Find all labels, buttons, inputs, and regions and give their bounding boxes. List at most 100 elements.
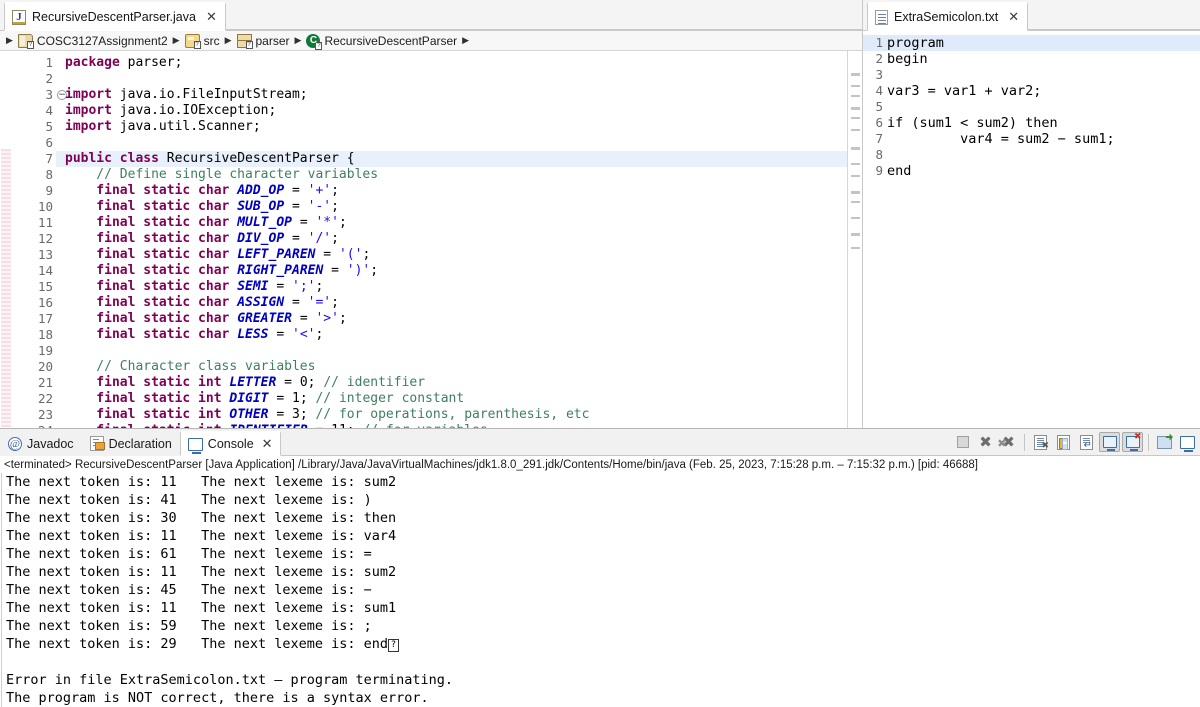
text-line: 3 — [863, 67, 1200, 83]
close-icon[interactable]: ✕ — [262, 437, 273, 452]
code-token: final static int — [65, 407, 222, 422]
text-line: 9 end — [863, 163, 1200, 179]
tab-declaration[interactable]: Declaration — [81, 431, 180, 456]
console-output-line: The next token is: 41 The next lexeme is… — [6, 492, 372, 508]
code-line: final static char GREATER = '>'; — [65, 311, 847, 327]
console-output-line: The next token is: 11 The next lexeme is… — [6, 564, 397, 580]
open-console-button[interactable] — [1154, 432, 1175, 452]
console-output-line: The next token is: 45 The next lexeme is… — [6, 582, 372, 598]
line-number: 6 — [45, 135, 53, 150]
code-line: final static char ASSIGN = '='; — [65, 295, 847, 311]
breadcrumb-item-class[interactable]: ? RecursiveDescentParser — [306, 33, 457, 50]
show-console-on-error-button[interactable]: ✖ — [1122, 432, 1143, 452]
package-icon: ? — [236, 33, 253, 49]
line-number: 6 — [875, 115, 883, 130]
line-number: 14 — [37, 263, 53, 278]
source-folder-icon: ? — [184, 33, 201, 49]
line-number: 2 — [45, 71, 53, 86]
code-token: = 1; — [268, 391, 316, 406]
scroll-lock-button[interactable] — [1053, 432, 1074, 452]
tab-console[interactable]: Console ✕ — [179, 431, 281, 456]
line-text — [887, 147, 1200, 163]
close-icon[interactable]: ✕ — [206, 11, 217, 24]
console-output-line: The program is NOT correct, there is a s… — [6, 690, 429, 706]
console-output[interactable]: The next token is: 11 The next lexeme is… — [1, 473, 1200, 707]
breadcrumb-lead-arrow[interactable]: ▶ — [6, 36, 13, 46]
tab-label: ExtraSemicolon.txt — [894, 10, 999, 24]
code-token: java.io.FileInputStream; — [111, 87, 308, 102]
code-token: ; — [331, 295, 339, 310]
code-token: '-' — [307, 199, 332, 214]
code-token: = — [323, 263, 347, 278]
code-line: final static char RIGHT_PAREN = ')'; — [65, 263, 847, 279]
text-line: 1 program — [863, 35, 1200, 51]
overview-ruler-mark — [851, 163, 860, 165]
clear-console-button[interactable]: ✖ — [1030, 432, 1051, 452]
code-line: final static char MULT_OP = '*'; — [65, 215, 847, 231]
java-file-icon — [12, 9, 26, 25]
line-text: if (sum1 < sum2) then — [887, 115, 1058, 131]
code-token: public class — [65, 151, 159, 166]
line-number: 1 — [875, 35, 883, 50]
code-token: LESS — [237, 327, 269, 342]
line-number: 8 — [45, 167, 53, 182]
console-output-line: The next token is: 61 The next lexeme is… — [6, 546, 372, 562]
console-view-tabstrip: Javadoc Declaration Console ✕ ✖ ✖ — [0, 429, 1200, 456]
overview-ruler-mark — [851, 117, 860, 119]
breadcrumb-trailing-arrow[interactable]: ▶ — [462, 36, 469, 46]
code-token: '=' — [307, 295, 332, 310]
java-code-area[interactable]: 123−456789101112131415161718192021222324… — [0, 51, 862, 428]
tab-extra-semicolon-txt[interactable]: ExtraSemicolon.txt ✕ — [867, 2, 1029, 31]
code-line: final static char DIV_OP = '/'; — [65, 231, 847, 247]
console-body[interactable]: <terminated> RecursiveDescentParser [Jav… — [0, 456, 1200, 707]
code-token: '+' — [307, 183, 332, 198]
breadcrumb-label: parser — [255, 33, 290, 48]
tabstrip-empty-space — [1028, 0, 1200, 30]
breadcrumb-item-package[interactable]: ? parser — [236, 33, 290, 49]
overview-ruler-mark — [851, 85, 860, 87]
code-token: final static char — [65, 311, 230, 326]
close-icon[interactable]: ✕ — [1008, 11, 1019, 24]
show-console-on-output-button[interactable] — [1099, 432, 1120, 452]
code-token: = 3; — [268, 407, 316, 422]
breadcrumb-item-src[interactable]: ? src — [184, 33, 220, 49]
tab-javadoc[interactable]: Javadoc — [0, 431, 82, 456]
breadcrumb-item-project[interactable]: ? COSC3127Assignment2 — [17, 33, 168, 49]
code-token: DIGIT — [229, 391, 269, 406]
code-token: ; — [315, 279, 324, 294]
tab-recursive-descent-parser-java[interactable]: RecursiveDescentParser.java ✕ — [4, 2, 226, 31]
line-number: 5 — [45, 119, 53, 134]
terminate-button[interactable] — [952, 432, 973, 452]
overview-ruler-mark — [851, 201, 860, 203]
line-number: 10 — [37, 199, 53, 214]
line-number: 16 — [37, 295, 53, 310]
remove-all-terminated-button[interactable]: ✖ — [997, 432, 1019, 452]
code-token: ')' — [346, 263, 371, 278]
code-token: = — [268, 279, 292, 294]
code-token: LETTER — [229, 375, 277, 390]
console-output-line: The next token is: 11 The next lexeme is… — [6, 474, 397, 490]
overview-ruler[interactable] — [847, 51, 862, 428]
annotation-ruler[interactable] — [0, 51, 12, 428]
toolbar-separator — [1024, 433, 1025, 451]
text-line: 4 var3 = var1 + var2; — [863, 83, 1200, 99]
remove-launch-button[interactable]: ✖ — [975, 432, 996, 452]
overview-ruler-mark — [851, 73, 860, 76]
text-editor-tabstrip: ExtraSemicolon.txt ✕ — [863, 0, 1200, 31]
display-selected-console-button[interactable] — [1177, 432, 1198, 452]
line-number: 22 — [37, 391, 53, 406]
code-line: // Define single character variables — [65, 167, 847, 183]
console-output-line: The next token is: 29 The next lexeme is… — [6, 635, 1200, 653]
text-file-content[interactable]: 1 program 2 begin 3 4 var3 = var1 + var2; 5 6i… — [863, 31, 1200, 428]
console-view: Javadoc Declaration Console ✕ ✖ ✖ — [0, 428, 1200, 707]
code-token: ; — [331, 199, 339, 214]
console-toolbar: ✖ ✖ ✖ ✖ — [952, 432, 1198, 452]
line-number: 11 — [37, 215, 53, 230]
word-wrap-button[interactable] — [1076, 432, 1097, 452]
code-token: final static char — [65, 199, 230, 214]
text-code-area[interactable]: 1 program 2 begin 3 4 var3 = var1 + var2; 5 6i… — [863, 31, 1200, 428]
line-text: program — [887, 35, 944, 51]
java-source-text[interactable]: package parser; import java.io.FileInput… — [56, 51, 847, 428]
